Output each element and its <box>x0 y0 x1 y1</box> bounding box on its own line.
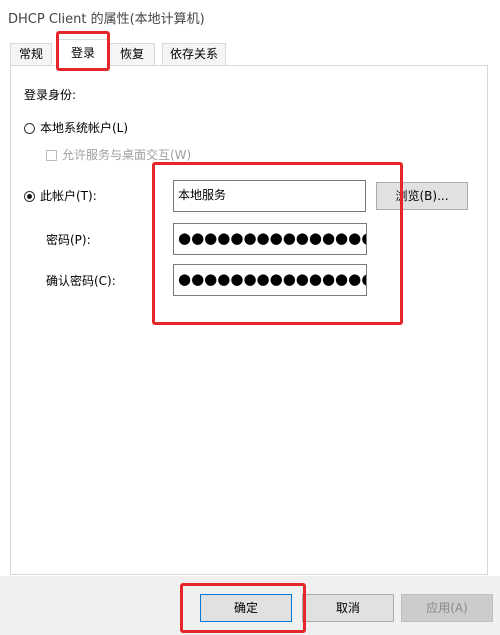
tab-logon[interactable]: 登录 <box>58 39 108 66</box>
tab-recovery[interactable]: 恢复 <box>109 43 155 65</box>
tab-panel-logon <box>10 65 488 575</box>
tab-logon-label: 登录 <box>70 46 95 60</box>
browse-button[interactable]: 浏览(B)... <box>376 182 468 210</box>
tab-dependencies-label: 依存关系 <box>169 47 218 61</box>
account-input[interactable]: 本地服务 <box>173 180 366 212</box>
local-system-label[interactable]: 本地系统帐户(L) <box>40 119 128 136</box>
confirm-password-label: 确认密码(C): <box>46 274 116 288</box>
tab-dependencies[interactable]: 依存关系 <box>162 43 226 65</box>
tab-recovery-label: 恢复 <box>119 47 144 61</box>
title-bar: DHCP Client 的属性(本地计算机) <box>0 0 500 34</box>
desktop-interaction-label: 允许服务与桌面交互(W) <box>62 148 192 162</box>
password-input[interactable]: ●●●●●●●●●●●●●●● <box>173 223 367 255</box>
logon-as-heading: 登录身份: <box>24 88 77 102</box>
window-title: DHCP Client 的属性(本地计算机) <box>8 12 205 27</box>
tab-general-label: 常规 <box>18 47 43 61</box>
tab-general[interactable]: 常规 <box>10 43 52 65</box>
local-system-radio[interactable] <box>24 123 35 134</box>
this-account-radio[interactable] <box>24 191 35 202</box>
ok-button[interactable]: 确定 <box>200 594 292 622</box>
desktop-interaction-checkbox[interactable] <box>46 150 57 161</box>
confirm-password-input[interactable]: ●●●●●●●●●●●●●●● <box>173 264 367 296</box>
cancel-button[interactable]: 取消 <box>302 594 394 622</box>
password-label: 密码(P): <box>46 233 91 247</box>
apply-button[interactable]: 应用(A) <box>401 594 493 622</box>
this-account-label[interactable]: 此帐户(T): <box>40 187 97 204</box>
